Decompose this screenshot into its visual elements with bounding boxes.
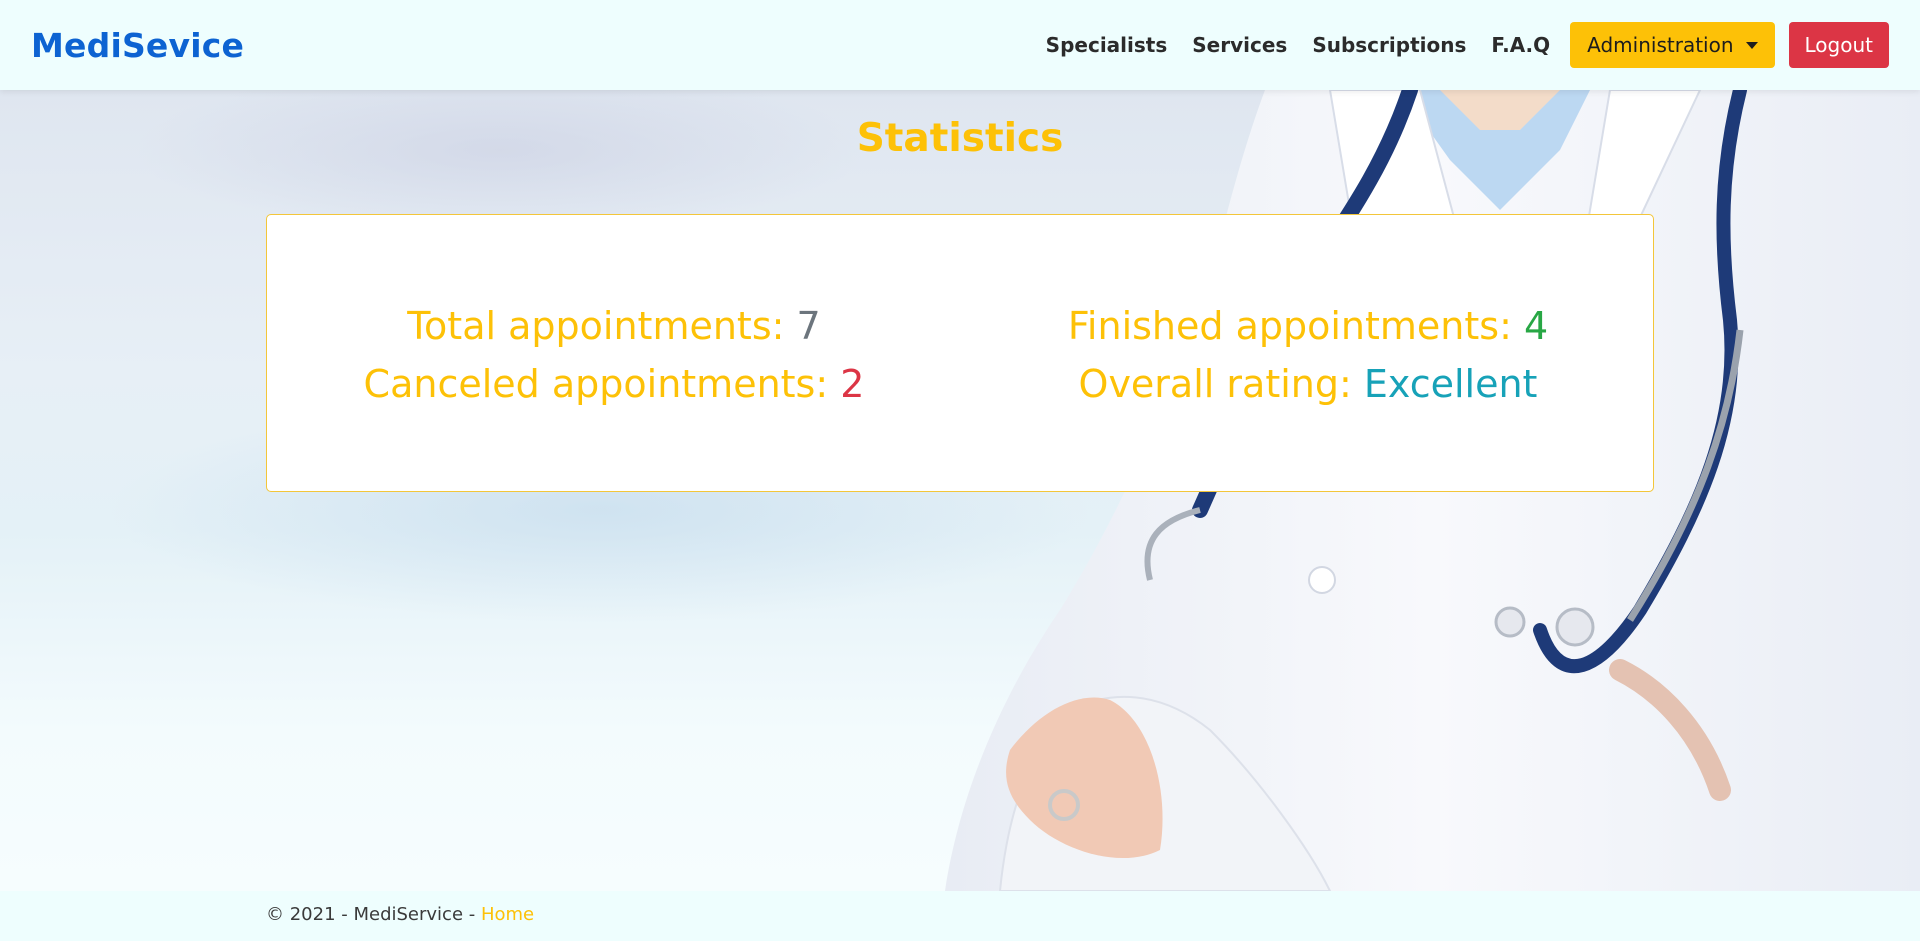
canceled-appointments-stat: Canceled appointments: 2 bbox=[267, 355, 961, 413]
canceled-appointments-label: Canceled appointments: bbox=[363, 362, 841, 406]
finished-appointments-label: Finished appointments: bbox=[1067, 304, 1524, 348]
total-appointments-label: Total appointments: bbox=[407, 304, 797, 348]
caret-down-icon bbox=[1745, 41, 1758, 49]
footer: © 2021 - MediService - Home bbox=[0, 891, 1920, 941]
nav-link-services[interactable]: Services bbox=[1192, 33, 1287, 57]
statistics-card: Total appointments: 7 Canceled appointme… bbox=[266, 214, 1654, 492]
logout-button[interactable]: Logout bbox=[1788, 22, 1889, 68]
finished-appointments-value: 4 bbox=[1523, 304, 1549, 348]
overall-rating-stat: Overall rating: Excellent bbox=[961, 355, 1655, 413]
stats-column-right: Finished appointments: 4 Overall rating:… bbox=[961, 297, 1655, 413]
administration-label: Administration bbox=[1587, 33, 1734, 57]
administration-dropdown-button[interactable]: Administration bbox=[1570, 22, 1775, 68]
top-navbar: MediSevice Specialists Services Subscrip… bbox=[0, 0, 1920, 90]
stats-column-left: Total appointments: 7 Canceled appointme… bbox=[267, 297, 961, 413]
nav-link-subscriptions[interactable]: Subscriptions bbox=[1312, 33, 1466, 57]
nav-menu: Specialists Services Subscriptions F.A.Q… bbox=[1046, 22, 1889, 68]
brand-logo[interactable]: MediSevice bbox=[31, 26, 244, 65]
overall-rating-label: Overall rating: bbox=[1078, 362, 1364, 406]
footer-home-link[interactable]: Home bbox=[481, 904, 534, 925]
page-title: Statistics bbox=[856, 116, 1064, 161]
canceled-appointments-value: 2 bbox=[840, 362, 865, 406]
overall-rating-value: Excellent bbox=[1363, 362, 1538, 406]
nav-link-faq[interactable]: F.A.Q bbox=[1491, 33, 1550, 57]
footer-text: © 2021 - MediService - Home bbox=[266, 904, 534, 925]
total-appointments-stat: Total appointments: 7 bbox=[267, 297, 961, 355]
copyright-text: © 2021 - MediService - bbox=[266, 904, 481, 925]
total-appointments-value: 7 bbox=[796, 304, 821, 348]
nav-link-specialists[interactable]: Specialists bbox=[1046, 33, 1168, 57]
finished-appointments-stat: Finished appointments: 4 bbox=[961, 297, 1655, 355]
